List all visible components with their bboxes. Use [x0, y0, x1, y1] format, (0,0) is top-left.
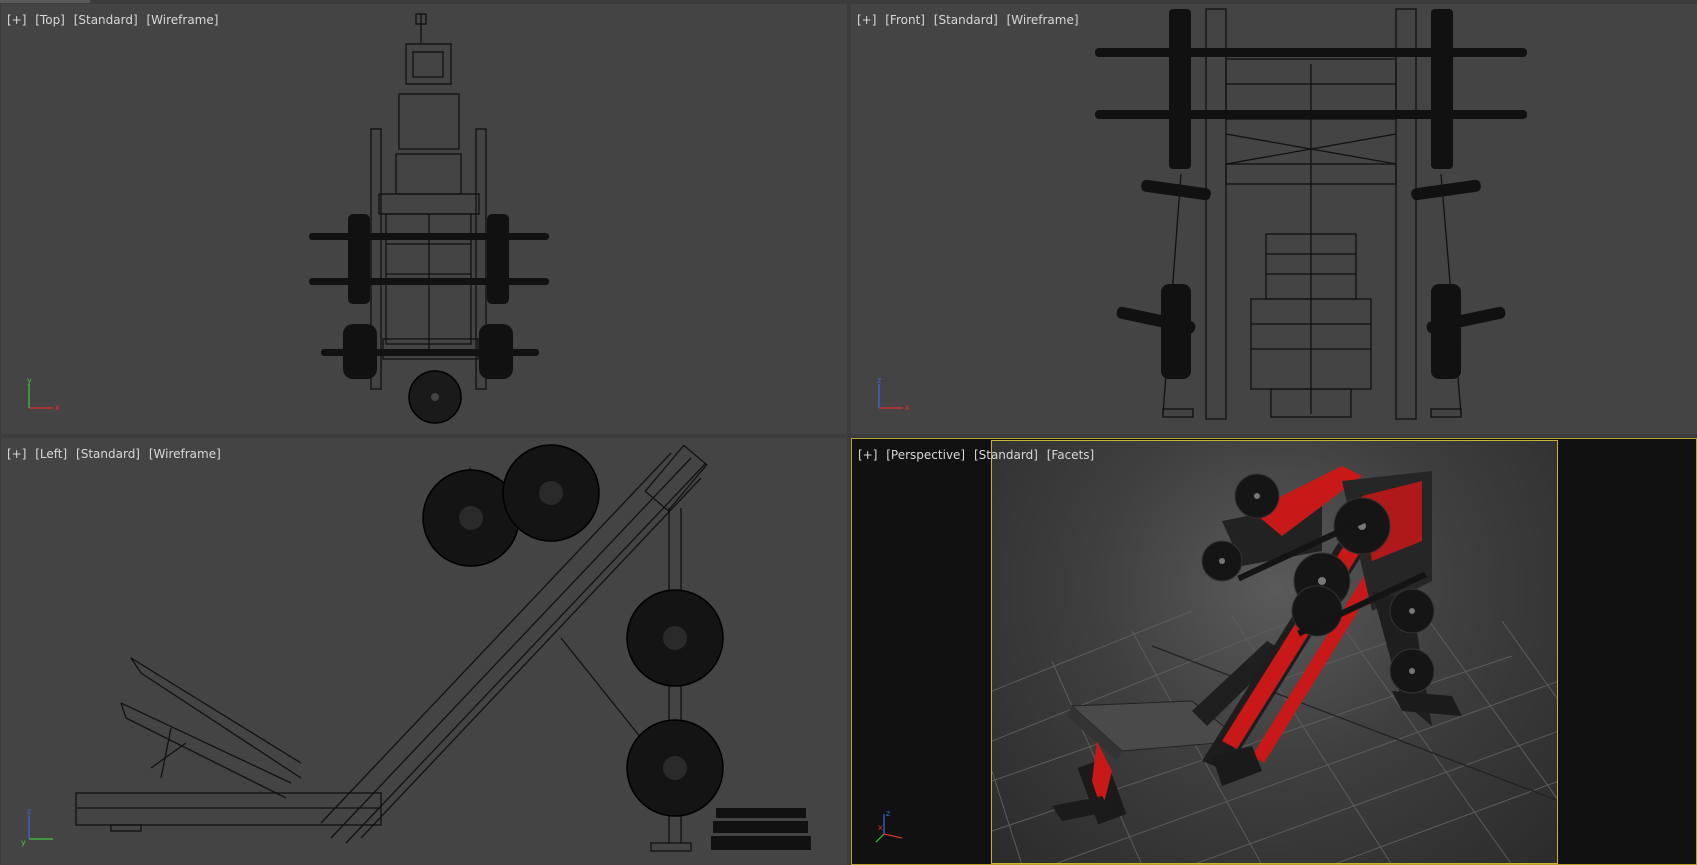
wireframe-left-model	[75, 444, 811, 852]
wireframe-front-model	[1095, 8, 1527, 420]
viewport-shading-standard[interactable]: [Standard]	[974, 448, 1038, 462]
viewport-label-perspective: [+] [Perspective] [Standard] [Facets]	[858, 448, 1099, 462]
viewport-display-mode[interactable]: [Wireframe]	[1007, 13, 1079, 27]
viewport-point-of-view[interactable]: [Left]	[35, 447, 67, 461]
axis-label-z: z	[877, 376, 881, 385]
viewport-front[interactable]: [+] [Front] [Standard] [Wireframe] z x	[851, 4, 1697, 434]
axis-label-x: x	[55, 403, 60, 412]
viewport-shading-standard[interactable]: [Standard]	[74, 13, 138, 27]
axis-label-z: z	[27, 807, 31, 816]
viewport-perspective[interactable]: [+] [Perspective] [Standard] [Facets] z …	[851, 438, 1697, 865]
viewport-label-top: [+] [Top] [Standard] [Wireframe]	[7, 13, 223, 27]
viewport-menu-plus[interactable]: [+]	[7, 13, 26, 27]
viewport-label-left: [+] [Left] [Standard] [Wireframe]	[7, 447, 226, 461]
axis-label-y: y	[27, 376, 32, 385]
viewport-top[interactable]: [+] [Top] [Standard] [Wireframe] y x	[1, 4, 847, 434]
axis-gizmo-icon: z x	[877, 376, 910, 412]
axis-label-x: x	[878, 823, 883, 832]
safe-frame	[991, 440, 1558, 864]
rendered-leg-press-model	[992, 466, 1557, 863]
viewport-point-of-view[interactable]: [Perspective]	[886, 448, 965, 462]
axis-label-z: z	[886, 809, 890, 818]
viewport-menu-plus[interactable]: [+]	[857, 13, 876, 27]
axis-label-x: x	[905, 403, 910, 412]
viewport-display-mode[interactable]: [Wireframe]	[149, 447, 221, 461]
wireframe-top-model	[309, 13, 549, 424]
viewport-menu-plus[interactable]: [+]	[7, 447, 26, 461]
axis-gizmo-icon: z y	[21, 807, 53, 847]
viewport-display-mode[interactable]: [Facets]	[1047, 448, 1094, 462]
viewport-point-of-view[interactable]: [Front]	[885, 13, 925, 27]
viewport-label-front: [+] [Front] [Standard] [Wireframe]	[857, 13, 1084, 27]
viewport-menu-plus[interactable]: [+]	[858, 448, 877, 462]
viewport-layout: [+] [Top] [Standard] [Wireframe] y x [+]…	[0, 0, 1697, 865]
viewport-shading-standard[interactable]: [Standard]	[934, 13, 998, 27]
axis-gizmo-icon: y x	[27, 376, 60, 412]
viewport-left[interactable]: [+] [Left] [Standard] [Wireframe] z y	[1, 438, 847, 865]
menu-strip	[0, 0, 90, 3]
viewport-shading-standard[interactable]: [Standard]	[76, 447, 140, 461]
viewport-point-of-view[interactable]: [Top]	[35, 13, 65, 27]
axis-gizmo-icon: z x	[875, 809, 903, 843]
axis-label-y: y	[21, 838, 26, 847]
viewport-display-mode[interactable]: [Wireframe]	[147, 13, 219, 27]
